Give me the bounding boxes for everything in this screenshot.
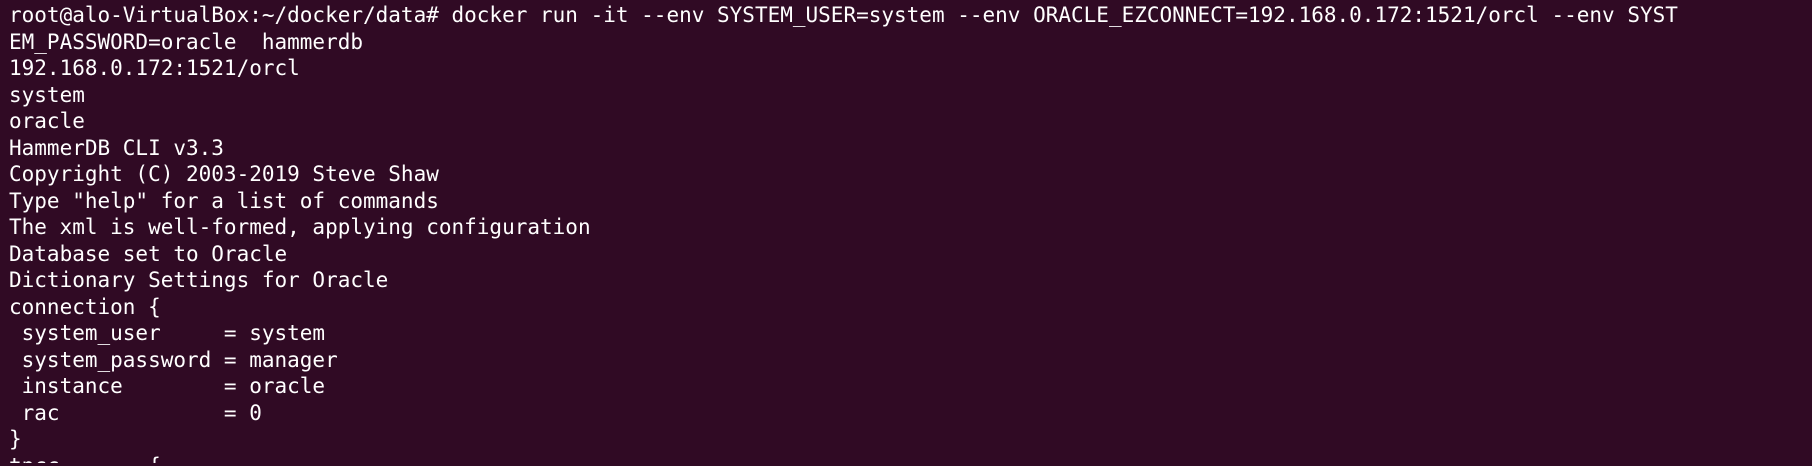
- terminal-line-output: The xml is well-formed, applying configu…: [9, 215, 591, 239]
- terminal-line-output: system: [9, 82, 85, 107]
- terminal-line-output: oracle: [9, 109, 85, 133]
- terminal-line-output: Type "help" for a list of commands: [9, 188, 439, 213]
- terminal-line-output: HammerDB CLI v3.3: [9, 135, 224, 160]
- terminal-line-output: rac = 0: [9, 400, 262, 425]
- terminal-window[interactable]: root@alo-VirtualBox:~/docker/data# docke…: [0, 0, 1812, 466]
- terminal-line-output: instance = oracle: [9, 374, 326, 398]
- terminal-line-output: }: [9, 427, 22, 451]
- terminal-line-output-cut: tpcc {: [9, 453, 1812, 463]
- terminal-line-command-wrap: EM_PASSWORD=oracle hammerdb: [9, 29, 364, 54]
- terminal-line-output: system_password = manager: [9, 347, 338, 372]
- terminal-line-command: root@alo-VirtualBox:~/docker/data# docke…: [9, 3, 1678, 27]
- terminal-line-output: Database set to Oracle: [9, 241, 288, 266]
- terminal-line-output: Dictionary Settings for Oracle: [9, 268, 389, 292]
- terminal-line-output: Copyright (C) 2003-2019 Steve Shaw: [9, 162, 439, 186]
- terminal-line-output: system_user = system: [9, 321, 326, 345]
- terminal-line-output: connection {: [9, 294, 161, 319]
- terminal-line-output: 192.168.0.172:1521/orcl: [9, 56, 300, 80]
